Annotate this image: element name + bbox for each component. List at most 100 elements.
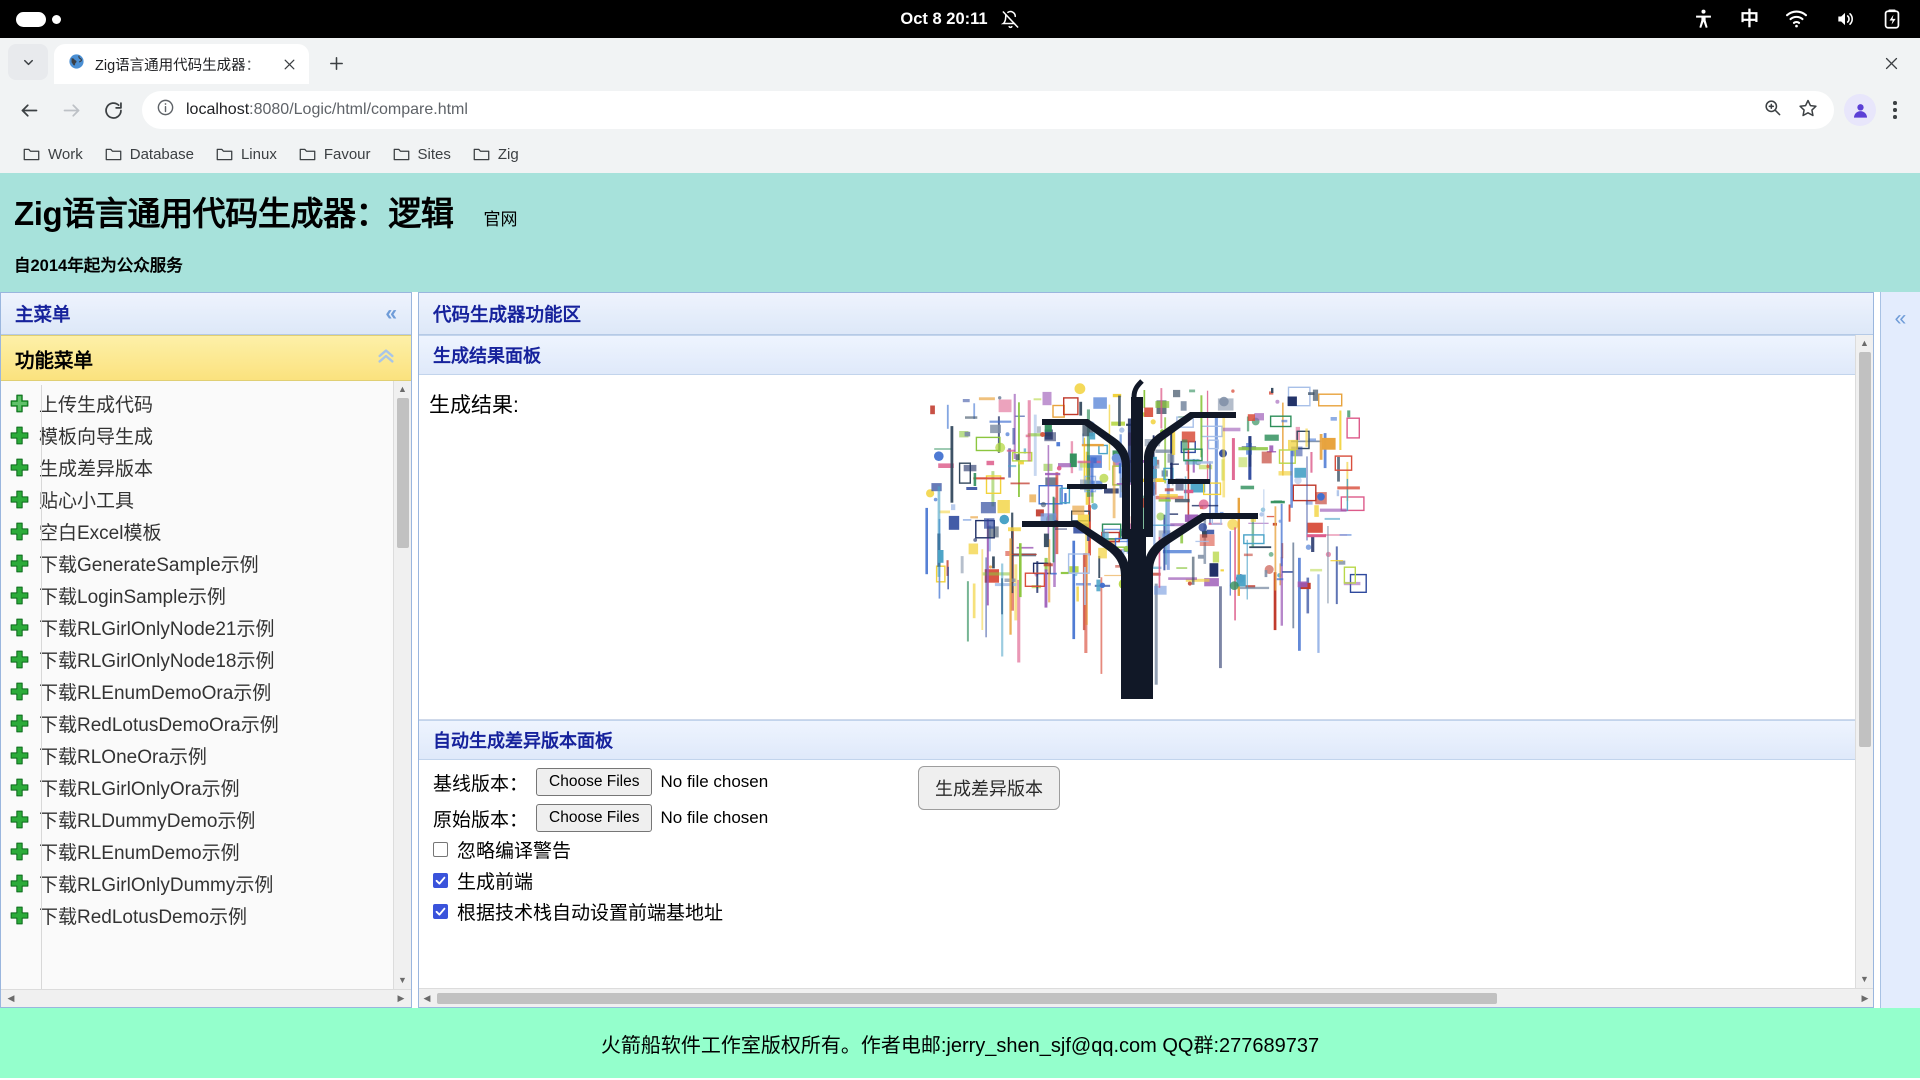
original-choose-files-button[interactable]: Choose Files bbox=[536, 804, 653, 832]
tab-search-chevron-down-icon[interactable] bbox=[8, 44, 48, 80]
generate-diff-button[interactable]: 生成差异版本 bbox=[918, 766, 1060, 810]
scroll-up-arrow-icon[interactable]: ▲ bbox=[1856, 335, 1873, 352]
auto-set-frontend-base-url-label: 根据技术栈自动设置前端基地址 bbox=[457, 903, 724, 924]
forward-button[interactable] bbox=[52, 91, 90, 129]
add-plus-icon bbox=[10, 490, 29, 509]
add-plus-icon bbox=[10, 874, 29, 893]
accessibility-icon[interactable] bbox=[1693, 8, 1714, 30]
menu-item[interactable]: 下载RLGirlOnlyDummy示例 bbox=[1, 867, 411, 899]
menu-item[interactable]: 下载RLGirlOnlyNode18示例 bbox=[1, 643, 411, 675]
menu-item-label: 下载RLEnumDemo示例 bbox=[39, 842, 240, 864]
menu-item[interactable]: 模板向导生成 bbox=[1, 419, 411, 451]
bookmark-item[interactable]: Zig bbox=[464, 141, 528, 168]
browser-tab[interactable]: Zig语言通用代码生成器： bbox=[54, 44, 309, 84]
bookmark-item[interactable]: Favour bbox=[290, 141, 380, 168]
bookmark-item[interactable]: Linux bbox=[207, 141, 286, 168]
main-inner: 生成结果面板 生成结果: 自动生成差异版本面板 基线版本： Choose Fil… bbox=[419, 335, 1855, 988]
menu-item-label: 下载RedLotusDemo示例 bbox=[39, 906, 248, 928]
sidebar-vertical-scrollbar[interactable]: ▲ ▼ bbox=[393, 381, 411, 989]
menu-item[interactable]: 下载RedLotusDemo示例 bbox=[1, 899, 411, 931]
bookmark-item[interactable]: Database bbox=[96, 141, 203, 168]
ignore-compile-warnings-checkbox[interactable] bbox=[433, 842, 448, 857]
menu-item-label: 生成差异版本 bbox=[39, 458, 154, 480]
baseline-choose-files-button[interactable]: Choose Files bbox=[536, 768, 653, 796]
scrollbar-thumb[interactable] bbox=[437, 992, 1497, 1004]
browser-menu-icon[interactable] bbox=[1880, 101, 1910, 119]
zoom-search-icon[interactable] bbox=[1763, 98, 1782, 122]
site-info-icon[interactable] bbox=[156, 98, 175, 122]
checkbox-row[interactable]: 生成前端 bbox=[419, 863, 1855, 894]
back-button[interactable] bbox=[10, 91, 48, 129]
official-site-link[interactable]: 官网 bbox=[483, 205, 517, 230]
clock-label[interactable]: Oct 8 20:11 bbox=[900, 10, 987, 29]
tab-close-icon[interactable] bbox=[279, 58, 299, 71]
input-method-icon[interactable]: 中 bbox=[1740, 10, 1759, 29]
menu-item-label: 下载RLGirlOnlyNode18示例 bbox=[39, 650, 275, 672]
new-tab-button[interactable] bbox=[319, 46, 353, 80]
page-body: 主菜单 « 功能菜单 上传生成代码 模板向导生成 生成差异版本 贴心小工具 空白… bbox=[0, 292, 1920, 1008]
add-plus-icon bbox=[10, 554, 29, 573]
menu-item[interactable]: 下载RLGirlOnlyOra示例 bbox=[1, 771, 411, 803]
scroll-right-arrow-icon[interactable]: ▶ bbox=[1857, 993, 1873, 1003]
main-scroll-area: 生成结果面板 生成结果: 自动生成差异版本面板 基线版本： Choose Fil… bbox=[419, 335, 1873, 988]
scroll-left-arrow-icon[interactable]: ◀ bbox=[3, 994, 19, 1003]
checkbox-row[interactable]: 忽略编译警告 bbox=[419, 832, 1855, 863]
generate-frontend-label: 生成前端 bbox=[457, 872, 534, 893]
bookmark-item[interactable]: Sites bbox=[384, 141, 460, 168]
menu-item[interactable]: 下载RLEnumDemoOra示例 bbox=[1, 675, 411, 707]
menu-item[interactable]: 下载RLGirlOnlyNode21示例 bbox=[1, 611, 411, 643]
scroll-left-arrow-icon[interactable]: ◀ bbox=[419, 993, 435, 1003]
notifications-muted-icon[interactable] bbox=[1000, 10, 1020, 29]
bookmark-item[interactable]: Work bbox=[14, 141, 92, 168]
generate-diff-button-holder: 生成差异版本 bbox=[918, 766, 1060, 810]
url-text: localhost:8080/Logic/html/compare.html bbox=[186, 101, 468, 119]
main-menu-header[interactable]: 主菜单 « bbox=[1, 293, 411, 335]
bookmark-label: Database bbox=[129, 146, 194, 163]
diff-panel-title: 自动生成差异版本面板 bbox=[433, 731, 613, 751]
main-vertical-scrollbar[interactable]: ▲ ▼ bbox=[1855, 335, 1873, 988]
menu-item[interactable]: 下载RLOneOra示例 bbox=[1, 739, 411, 771]
menu-item[interactable]: 空白Excel模板 bbox=[1, 515, 411, 547]
scroll-down-arrow-icon[interactable]: ▼ bbox=[1856, 971, 1873, 988]
auto-set-frontend-base-url-checkbox[interactable] bbox=[433, 904, 448, 919]
menu-item[interactable]: 下载RLDummyDemo示例 bbox=[1, 803, 411, 835]
menu-item[interactable]: 下载LoginSample示例 bbox=[1, 579, 411, 611]
volume-icon[interactable] bbox=[1834, 9, 1856, 29]
bookmark-label: Zig bbox=[497, 146, 519, 163]
menu-item[interactable]: 下载RedLotusDemoOra示例 bbox=[1, 707, 411, 739]
scroll-right-arrow-icon[interactable]: ▶ bbox=[393, 994, 409, 1003]
original-file-status: No file chosen bbox=[660, 808, 769, 827]
collapse-left-chevron-icon[interactable]: « bbox=[385, 303, 397, 324]
left-sidebar: 主菜单 « 功能菜单 上传生成代码 模板向导生成 生成差异版本 贴心小工具 空白… bbox=[0, 292, 412, 1008]
generate-frontend-checkbox[interactable] bbox=[433, 873, 448, 888]
scrollbar-thumb[interactable] bbox=[396, 398, 409, 548]
battery-charging-icon[interactable] bbox=[1882, 8, 1902, 30]
right-collapse-rail[interactable]: « bbox=[1880, 292, 1920, 1008]
scroll-down-arrow-icon[interactable]: ▼ bbox=[394, 972, 411, 989]
scrollbar-thumb[interactable] bbox=[1858, 352, 1871, 747]
main-horizontal-scrollbar[interactable]: ◀ ▶ bbox=[419, 988, 1873, 1007]
bookmark-star-icon[interactable] bbox=[1798, 98, 1818, 123]
checkbox-row[interactable]: 根据技术栈自动设置前端基地址 bbox=[419, 894, 1855, 925]
collapse-up-chevron-icon[interactable] bbox=[375, 346, 397, 370]
function-menu-header[interactable]: 功能菜单 bbox=[1, 335, 411, 381]
profile-avatar[interactable] bbox=[1844, 94, 1876, 126]
menu-item[interactable]: 上传生成代码 bbox=[1, 387, 411, 419]
bookmark-label: Work bbox=[48, 146, 83, 163]
window-indicator-dot bbox=[52, 14, 61, 24]
menu-item[interactable]: 生成差异版本 bbox=[1, 451, 411, 483]
os-top-bar: Oct 8 20:11 中 bbox=[0, 0, 1920, 38]
reload-button[interactable] bbox=[94, 91, 132, 129]
scroll-up-arrow-icon[interactable]: ▲ bbox=[394, 381, 411, 398]
diff-panel-header: 自动生成差异版本面板 bbox=[419, 720, 1855, 760]
generator-toolbar-title: 代码生成器功能区 bbox=[433, 303, 582, 325]
wifi-icon[interactable] bbox=[1785, 10, 1808, 28]
window-close-button[interactable] bbox=[1876, 48, 1906, 78]
result-panel-title: 生成结果面板 bbox=[433, 346, 541, 366]
collapse-right-chevron-icon[interactable]: « bbox=[1895, 308, 1907, 329]
sidebar-horizontal-scrollbar[interactable]: ◀ ▶ bbox=[1, 989, 411, 1007]
menu-item[interactable]: 下载GenerateSample示例 bbox=[1, 547, 411, 579]
menu-item[interactable]: 贴心小工具 bbox=[1, 483, 411, 515]
address-bar[interactable]: localhost:8080/Logic/html/compare.html bbox=[142, 91, 1834, 129]
menu-item[interactable]: 下载RLEnumDemo示例 bbox=[1, 835, 411, 867]
